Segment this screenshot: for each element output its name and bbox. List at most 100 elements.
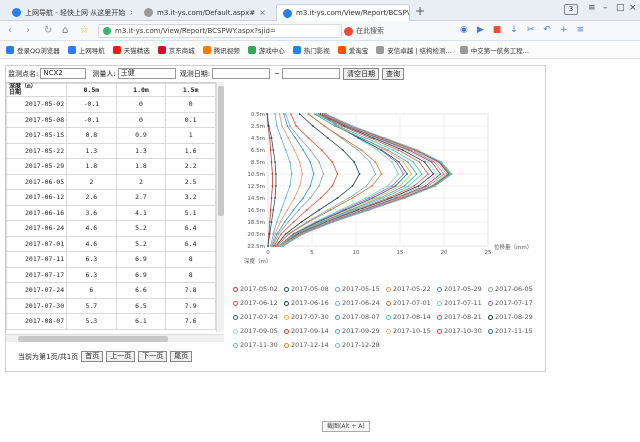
scroll-thumb[interactable] <box>218 86 224 216</box>
data-point <box>274 233 276 235</box>
star-icon[interactable]: ☆ <box>80 25 89 36</box>
vertical-scrollbar[interactable] <box>216 82 224 332</box>
menu-lines-icon[interactable]: ≡ <box>576 25 584 35</box>
site-input[interactable]: NCX2 <box>40 68 87 79</box>
prev-page-button[interactable]: 上一页 <box>106 351 136 362</box>
cut-icon[interactable]: ✂ <box>527 25 535 35</box>
close-icon[interactable]: × <box>255 8 266 17</box>
legend-item[interactable]: 2017-11-30 <box>233 341 284 349</box>
legend-item[interactable]: 2017-06-05 <box>488 285 539 293</box>
camera-icon[interactable]: ◉ <box>460 25 468 35</box>
x-tick-label: 15 <box>397 250 404 256</box>
value-cell: 6.9 <box>115 251 167 268</box>
url-input[interactable]: m3.it-ys.com/View/Report/BCSPWY.aspx?sji… <box>98 24 342 38</box>
clear-date-button[interactable]: 清空日期 <box>342 67 379 80</box>
legend-item[interactable]: 2017-06-16 <box>284 299 335 307</box>
data-point <box>380 149 383 151</box>
legend-item[interactable]: 2017-07-17 <box>488 299 539 307</box>
legend-item[interactable]: 2017-05-29 <box>437 285 488 293</box>
scroll-thumb[interactable] <box>18 336 168 342</box>
menu-icon[interactable]: ≡ <box>588 3 596 13</box>
forward-icon[interactable]: › <box>26 25 30 36</box>
data-point <box>326 209 329 211</box>
date-cell: 2017-05-22 <box>6 142 67 159</box>
legend-item[interactable]: 2017-10-15 <box>386 327 437 335</box>
legend-item[interactable]: 2017-05-08 <box>284 285 335 293</box>
data-point <box>274 113 276 115</box>
legend-item[interactable]: 2017-08-14 <box>386 313 437 321</box>
data-point <box>351 125 354 127</box>
bookmark-item[interactable]: 登录QQ浏览器 <box>6 45 60 55</box>
search-engine-icon <box>344 26 353 36</box>
legend-item[interactable]: 2017-08-07 <box>335 313 386 321</box>
video-icon[interactable]: ■ <box>493 25 502 35</box>
value-cell: 7.6 <box>165 313 216 330</box>
date-cell: 2017-06-05 <box>6 173 67 190</box>
legend-label: 2017-05-02 <box>240 285 278 293</box>
refresh-icon[interactable]: ↻ <box>44 25 52 36</box>
legend-item[interactable]: 2017-11-15 <box>488 327 539 335</box>
legend-item[interactable]: 2017-05-15 <box>335 285 386 293</box>
new-tab-button[interactable]: + <box>415 5 425 17</box>
value-cell: 2 <box>66 173 117 190</box>
search-input[interactable]: 在此搜索 <box>344 24 414 38</box>
legend-item[interactable]: 2017-09-05 <box>233 327 284 335</box>
play-icon[interactable]: ▶ <box>477 25 484 35</box>
legend-marker <box>488 314 493 320</box>
end-date-input[interactable] <box>281 68 340 79</box>
tab-default[interactable]: m3.it-ys.com/Default.aspx# × <box>138 4 270 21</box>
download-icon[interactable]: ↓ <box>510 25 518 35</box>
legend-item[interactable]: 2017-08-29 <box>488 313 539 321</box>
bookmark-item[interactable]: 游戏中心 <box>247 45 285 55</box>
data-point <box>378 197 381 199</box>
bookmark-item[interactable]: 天猫精选 <box>112 45 150 55</box>
bookmark-item[interactable]: 中交第一航务工程... <box>459 45 529 55</box>
y-tick-label: 20.5m <box>247 232 265 238</box>
legend-item[interactable]: 2017-10-30 <box>437 327 488 335</box>
legend-item[interactable]: 2017-05-22 <box>386 285 437 293</box>
maximize-icon[interactable]: □ <box>616 3 625 13</box>
undo-icon[interactable]: ↶ <box>543 25 551 35</box>
legend-item[interactable]: 2017-06-12 <box>233 299 284 307</box>
tab-navigation[interactable]: 上网导航 - 轻快上网 从这里开始 × <box>6 4 132 21</box>
close-window-icon[interactable]: × <box>629 3 637 13</box>
legend-item[interactable]: 2017-12-14 <box>284 341 335 349</box>
start-date-input[interactable] <box>212 68 271 79</box>
query-button[interactable]: 查询 <box>381 67 404 80</box>
legend-item[interactable]: 2017-09-14 <box>284 327 335 335</box>
back-icon[interactable]: ‹ <box>8 25 12 36</box>
legend-label: 2017-06-12 <box>240 299 278 307</box>
data-point <box>332 221 335 223</box>
home-icon[interactable]: ⌂ <box>62 25 68 36</box>
measurer-input[interactable]: 王健 <box>117 68 176 79</box>
minimize-icon[interactable]: – <box>603 3 608 13</box>
tab-report[interactable]: m3.it-ys.com/View/Report/BCSPV × <box>276 4 410 21</box>
bookmark-item[interactable]: 爱淘宝 <box>337 45 368 55</box>
legend-item[interactable]: 2017-07-24 <box>233 313 284 321</box>
legend-label: 2017-12-14 <box>291 341 329 349</box>
legend-item[interactable]: 2017-07-30 <box>284 313 335 321</box>
legend-marker <box>233 300 238 306</box>
horizontal-scrollbar[interactable] <box>6 334 224 342</box>
bookmark-item[interactable]: 腾讯视频 <box>202 45 240 55</box>
add-icon[interactable]: + <box>560 25 568 35</box>
bookmark-item[interactable]: 安信卓越 | 结构检测... <box>376 45 452 55</box>
data-point <box>371 197 374 199</box>
bookmark-item[interactable]: 上网导航 <box>67 45 105 55</box>
last-page-button[interactable]: 尾页 <box>170 351 193 362</box>
legend-item[interactable]: 2017-05-02 <box>233 285 284 293</box>
legend-item[interactable]: 2017-07-11 <box>437 299 488 307</box>
data-point <box>307 221 310 223</box>
legend-item[interactable]: 2017-09-29 <box>335 327 386 335</box>
first-page-button[interactable]: 首页 <box>81 351 104 362</box>
data-point <box>293 149 296 151</box>
legend-item[interactable]: 2017-06-24 <box>335 299 386 307</box>
legend-item[interactable]: 2017-07-01 <box>386 299 437 307</box>
bookmark-item[interactable]: 热门影视 <box>292 45 330 55</box>
next-page-button[interactable]: 下一页 <box>138 351 168 362</box>
legend-item[interactable]: 2017-08-21 <box>437 313 488 321</box>
bookmark-item[interactable]: 京东商城 <box>157 45 195 55</box>
legend-item[interactable]: 2017-12-28 <box>335 341 386 349</box>
close-icon[interactable]: × <box>125 8 132 17</box>
tab-count-badge[interactable]: 3 <box>564 4 578 15</box>
